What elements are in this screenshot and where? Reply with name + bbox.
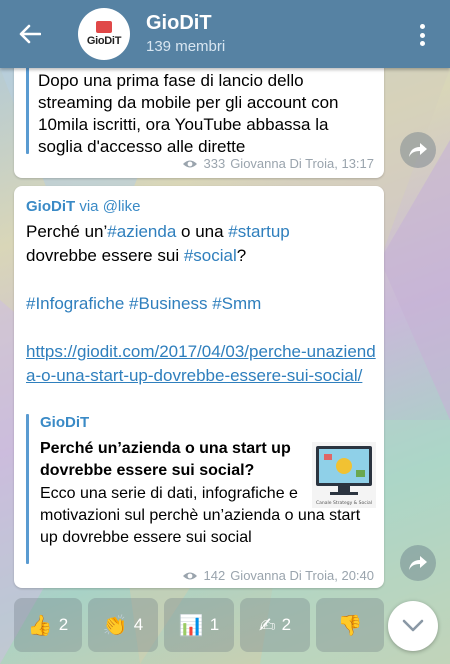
chat-title-block[interactable]: GioDiT 139 membri xyxy=(146,11,225,57)
thumbnail-image: Canale Strategy & Social xyxy=(316,446,372,506)
forward-button[interactable] xyxy=(400,132,436,168)
bot-username[interactable]: @like xyxy=(103,198,141,215)
chat-header: GioDiT GioDiT 139 membri xyxy=(0,0,450,68)
avatar-logo-text: GioDiT xyxy=(86,35,122,47)
message-bubble[interactable]: Dopo una prima fase di lancio dello stre… xyxy=(14,58,384,178)
writing-hand-icon: ✍ xyxy=(258,613,276,637)
logo-icon xyxy=(96,21,112,33)
forward-button[interactable] xyxy=(400,545,436,581)
chat-title: GioDiT xyxy=(146,12,212,34)
thumbnail-caption: Canale Strategy & Social xyxy=(316,500,372,506)
channel-name[interactable]: GioDiT xyxy=(26,198,75,215)
scroll-down-button[interactable] xyxy=(388,601,438,651)
chat-avatar[interactable]: GioDiT xyxy=(78,8,130,60)
message-text: Dopo una prima fase di lancio dello stre… xyxy=(38,71,339,156)
view-count: 142 xyxy=(203,568,226,583)
share-arrow-icon xyxy=(409,143,427,157)
reaction-count: 2 xyxy=(58,615,69,634)
reaction-thumbs-down-button[interactable]: 👎 xyxy=(316,598,384,652)
reaction-count: 1 xyxy=(209,615,220,634)
author-time: Giovanna Di Troia, 13:17 xyxy=(230,156,374,171)
via-label: via xyxy=(79,198,99,215)
reaction-bar: 👍 2 👏 4 📊 1 ✍ 2 👎 xyxy=(14,598,384,652)
article-url-link[interactable]: https://giodit.com/2017/04/03/perche-una… xyxy=(26,340,376,388)
view-count: 333 xyxy=(203,156,226,171)
reaction-count: 2 xyxy=(281,615,292,634)
hashtag-link[interactable]: #azienda xyxy=(107,222,176,241)
views-eye-icon xyxy=(183,572,198,579)
bar-chart-icon: 📊 xyxy=(178,613,204,637)
views-eye-icon xyxy=(183,160,198,167)
message-meta: 142 Giovanna Di Troia, 20:40 xyxy=(182,568,374,583)
hashtag-link[interactable]: #Smm xyxy=(212,294,261,313)
hashtag-line: #Infografiche #Business #Smm xyxy=(26,292,376,316)
back-arrow-icon xyxy=(19,24,41,44)
thumbs-down-icon: 👎 xyxy=(337,613,363,637)
reaction-count: 4 xyxy=(133,615,144,634)
preview-bar xyxy=(26,414,29,564)
via-bot-line: GioDiT via @like xyxy=(26,198,140,215)
hashtag-link[interactable]: #startup xyxy=(228,222,289,241)
text-line: Perché un’#azienda o una #startup xyxy=(26,222,290,241)
member-count: 139 membri xyxy=(146,38,226,55)
message-meta: 333 Giovanna Di Troia, 13:17 xyxy=(182,156,374,171)
reaction-writing-button[interactable]: ✍ 2 xyxy=(240,598,310,652)
hashtag-link[interactable]: #Business xyxy=(129,294,207,313)
preview-thumbnail[interactable]: Canale Strategy & Social xyxy=(312,442,376,508)
chevron-down-icon xyxy=(402,619,424,632)
text-line: dovrebbe essere sui #social? xyxy=(26,246,247,265)
reaction-thumbs-up-button[interactable]: 👍 2 xyxy=(14,598,82,652)
link-preview[interactable]: GioDiT Perché un’azienda o una start up … xyxy=(26,414,376,564)
more-options-icon[interactable] xyxy=(412,24,432,46)
quote-bar xyxy=(26,58,29,154)
preview-title: Perché un’azienda o una start up dovrebb… xyxy=(40,440,291,479)
hashtag-link[interactable]: #social xyxy=(184,246,237,265)
hashtag-link[interactable]: #Infografiche xyxy=(26,294,124,313)
message-bubble[interactable]: GioDiT via @like Perché un’#azienda o un… xyxy=(14,186,384,588)
reaction-clap-button[interactable]: 👏 4 xyxy=(88,598,158,652)
reaction-chart-button[interactable]: 📊 1 xyxy=(164,598,234,652)
message-text: Perché un’#azienda o una #startup dovreb… xyxy=(26,220,376,388)
thumbs-up-icon: 👍 xyxy=(27,613,53,637)
author-time: Giovanna Di Troia, 20:40 xyxy=(230,568,374,583)
preview-site-name: GioDiT xyxy=(40,414,90,431)
share-arrow-icon xyxy=(409,556,427,570)
back-button[interactable] xyxy=(0,0,60,68)
clapping-hands-icon: 👏 xyxy=(102,613,128,637)
